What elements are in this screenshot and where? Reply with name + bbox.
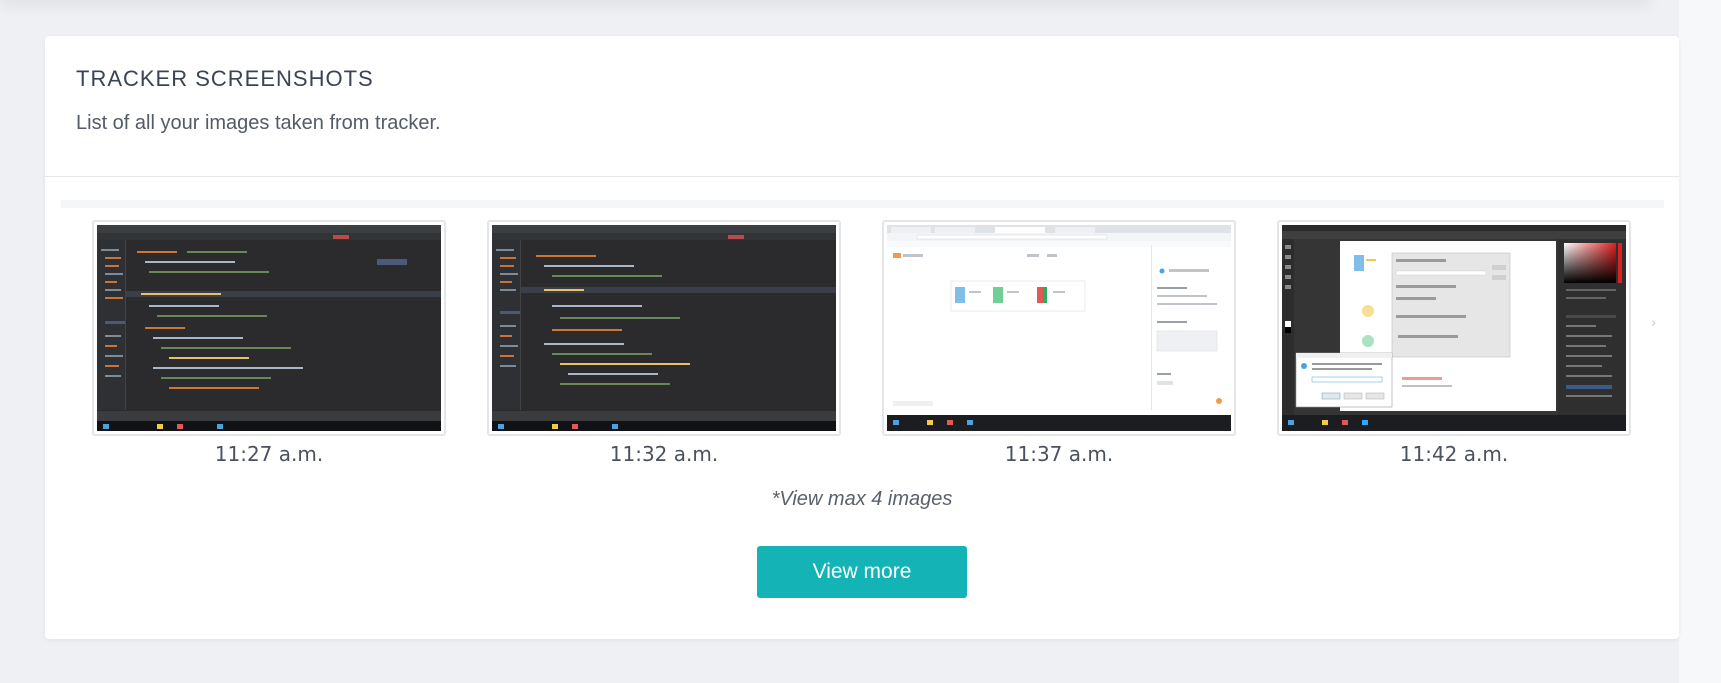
card-header: TRACKER SCREENSHOTS List of all your ima… <box>45 36 1679 177</box>
screenshot-time: 11:37 a.m. <box>1004 442 1114 466</box>
view-more-button[interactable]: View more <box>757 546 967 598</box>
right-panel-edge <box>1679 0 1721 683</box>
screenshot-time: 11:42 a.m. <box>1399 442 1509 466</box>
gallery-divider-band <box>61 200 1664 208</box>
screenshot-item: 11:27 a.m. <box>92 220 446 466</box>
screenshot-thumbnail[interactable] <box>882 220 1236 436</box>
tracker-screenshots-card: TRACKER SCREENSHOTS List of all your ima… <box>45 36 1679 639</box>
max-images-note: *View max 4 images <box>771 488 953 510</box>
screenshot-gallery: 11:27 a.m. 11:32 a.m. 11:37 a.m. 11:42 a… <box>92 220 1656 480</box>
browser-light-screenshot <box>887 225 1231 431</box>
ide-dark-screenshot <box>492 225 836 431</box>
photoshop-dialog-screenshot <box>1282 225 1626 431</box>
screenshot-item: 11:42 a.m. <box>1277 220 1631 466</box>
section-subtitle: List of all your images taken from track… <box>76 112 441 134</box>
screenshot-thumbnail[interactable] <box>487 220 841 436</box>
section-title: TRACKER SCREENSHOTS <box>76 66 374 91</box>
screenshot-item: 11:37 a.m. <box>882 220 1236 466</box>
ide-dark-screenshot <box>97 225 441 431</box>
chevron-right-icon[interactable]: › <box>1651 314 1656 330</box>
screenshot-time: 11:27 a.m. <box>214 442 324 466</box>
screenshot-thumbnail[interactable] <box>92 220 446 436</box>
screenshot-time: 11:32 a.m. <box>609 442 719 466</box>
screenshot-thumbnail[interactable] <box>1277 220 1631 436</box>
screenshot-item: 11:32 a.m. <box>487 220 841 466</box>
